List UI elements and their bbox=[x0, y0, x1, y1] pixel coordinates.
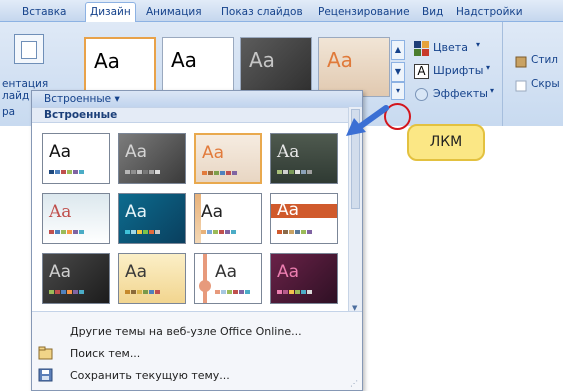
theme-thumbnail[interactable]: Aa bbox=[194, 253, 262, 304]
font-icon: A bbox=[414, 64, 429, 79]
gallery-scroll-down-button[interactable]: ▼ bbox=[391, 62, 405, 82]
themes-grid: Aa Aa Aa Aa Aa Aa Aa Aa Aa Aa Aa Aa bbox=[32, 123, 348, 311]
theme-thumbnail[interactable]: Aa bbox=[270, 253, 338, 304]
orientation-label: ентация bbox=[2, 78, 49, 90]
gallery-theme-office[interactable]: Aa bbox=[84, 37, 156, 97]
menu-item-more-themes[interactable]: Другие темы на веб-узле Office Online... bbox=[32, 322, 362, 342]
tab-insert[interactable]: Вставка bbox=[22, 3, 67, 22]
theme-thumbnail[interactable]: Aa bbox=[194, 133, 262, 184]
folder-icon bbox=[38, 346, 53, 360]
effects-icon bbox=[414, 87, 429, 102]
theme-thumbnail[interactable]: Aa bbox=[270, 193, 338, 244]
theme-thumbnail[interactable]: Aa bbox=[42, 133, 110, 184]
menu-item-browse-themes[interactable]: Поиск тем... bbox=[32, 344, 362, 364]
theme-thumbnail[interactable]: Aa bbox=[118, 253, 186, 304]
theme-thumbnail[interactable]: Aa bbox=[194, 193, 262, 244]
tab-addins[interactable]: Надстройки bbox=[456, 3, 523, 22]
gallery-theme-3[interactable]: Aa bbox=[240, 37, 312, 97]
color-palette-icon bbox=[414, 41, 429, 56]
gallery-theme-4[interactable]: Aa bbox=[318, 37, 390, 97]
themes-dropdown-panel: Встроенные ▾ Встроенные Aa Aa Aa Aa Aa A… bbox=[31, 90, 363, 391]
theme-thumbnail[interactable]: Aa bbox=[42, 253, 110, 304]
gallery-theme-2[interactable]: Aa bbox=[162, 37, 234, 97]
ribbon-tab-bar: Вставка Дизайн Анимация Показ слайдов Ре… bbox=[0, 0, 563, 23]
pointer-arrow-icon bbox=[346, 105, 389, 136]
background-styles-label[interactable]: Стил bbox=[531, 54, 558, 66]
theme-thumbnail[interactable]: Aa bbox=[270, 133, 338, 184]
section-heading: Встроенные bbox=[32, 107, 348, 123]
browse-themes-label: Поиск тем... bbox=[70, 347, 141, 360]
resize-grip-icon[interactable]: ⋰ bbox=[350, 379, 358, 388]
menu-item-save-theme[interactable]: Сохранить текущую тему... bbox=[32, 366, 362, 386]
tab-slideshow[interactable]: Показ слайдов bbox=[221, 3, 303, 22]
orientation-icon[interactable] bbox=[14, 34, 44, 64]
gallery-scroll-up-button[interactable]: ▲ bbox=[391, 40, 405, 60]
theme-effects-label: Эффекты bbox=[433, 87, 488, 100]
styles-icon[interactable] bbox=[515, 56, 527, 68]
hide-background-label[interactable]: Скры bbox=[531, 78, 560, 90]
theme-colors-label: Цвета bbox=[433, 41, 468, 54]
theme-fonts-label: Шрифты bbox=[433, 64, 484, 77]
tab-design[interactable]: Дизайн bbox=[85, 2, 136, 23]
gallery-more-button[interactable]: ▾ bbox=[391, 82, 405, 100]
tab-animation[interactable]: Анимация bbox=[146, 3, 202, 22]
callout-lkm: ЛКМ bbox=[407, 124, 485, 161]
background-group: Стил Скры bbox=[502, 22, 563, 126]
tab-view[interactable]: Вид bbox=[422, 3, 443, 22]
tab-review[interactable]: Рецензирование bbox=[318, 3, 410, 22]
frame-label: ра bbox=[2, 106, 16, 118]
theme-thumbnail[interactable]: Aa bbox=[118, 133, 186, 184]
theme-thumbnail[interactable]: Aa bbox=[42, 193, 110, 244]
panel-footer-menu: Другие темы на веб-узле Office Online...… bbox=[32, 311, 362, 390]
hide-icon[interactable] bbox=[515, 80, 527, 92]
slide-label: лайд bbox=[2, 90, 30, 102]
save-theme-label: Сохранить текущую тему... bbox=[70, 369, 230, 382]
more-themes-label: Другие темы на веб-узле Office Online... bbox=[70, 325, 302, 338]
save-icon bbox=[38, 368, 53, 382]
panel-header[interactable]: Встроенные ▾ bbox=[32, 91, 362, 107]
theme-thumbnail[interactable]: Aa bbox=[118, 193, 186, 244]
